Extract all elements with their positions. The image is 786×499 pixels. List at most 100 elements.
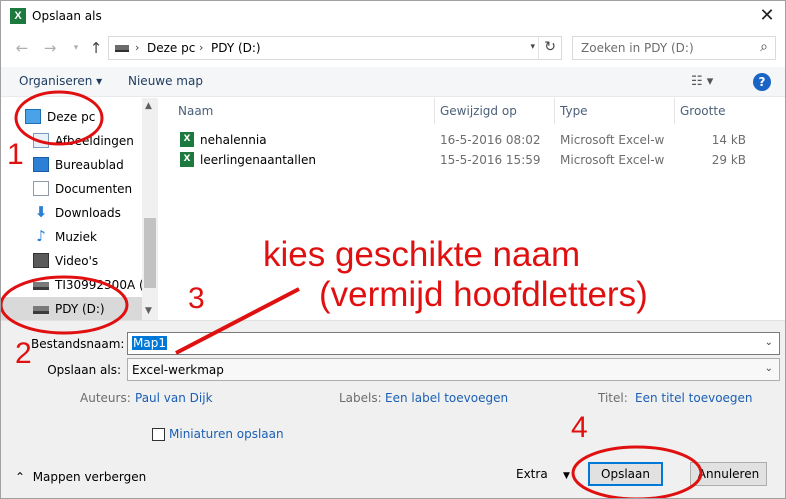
new-folder-button[interactable]: Nieuwe map [128,74,203,88]
filename-input[interactable]: Map1 ⌄ [127,332,780,355]
filename-value: Map1 [132,336,167,350]
hide-folders-label: Mappen verbergen [32,470,147,484]
savetype-value: Excel-werkmap [132,363,224,377]
file-name: nehalennia [200,133,267,147]
savetype-select[interactable]: Excel-werkmap ⌄ [127,358,780,381]
drive-icon [33,306,49,314]
file-date: 15-5-2016 15:59 [440,153,541,167]
organize-button[interactable]: Organiseren ▾ [19,74,102,88]
chevron-down-icon[interactable]: ⌄ [765,363,773,374]
nav-item-muziek[interactable]: ♪ Muziek [1,225,142,249]
annotation-instruction-line2: (vermijd hoofdletters) [319,275,648,314]
thumbnails-label[interactable]: Miniaturen opslaan [169,427,284,441]
save-button[interactable]: Opslaan [588,462,663,486]
labels-value[interactable]: Een label toevoegen [385,391,508,405]
title-label: Titel: [598,391,628,405]
nav-item-documenten[interactable]: Documenten [1,177,142,201]
save-as-dialog: X Opslaan als ✕ ← → ▾ ↑ › Deze pc › PDY … [0,0,786,499]
search-input[interactable]: Zoeken in PDY (D:) ⌕ [572,36,776,60]
file-date: 16-5-2016 08:02 [440,133,541,147]
file-size: 14 kB [711,133,746,147]
savetype-label: Opslaan als: [47,363,121,377]
address-divider [538,37,539,59]
column-header-name[interactable]: Naam [178,104,213,118]
videos-icon [33,253,49,268]
breadcrumb-pdy-drive[interactable]: PDY (D:) [211,41,261,55]
search-icon: ⌕ [760,39,768,55]
drive-icon [33,282,49,290]
navigation-pane: Deze pc Afbeeldingen Bureaublad Document… [1,98,161,321]
file-type: Microsoft Excel-w... [560,133,664,147]
authors-value[interactable]: Paul van Dijk [135,391,213,405]
annotation-step-2: 2 [15,337,32,370]
filename-label: Bestandsnaam: [31,337,125,351]
nav-item-drive-c[interactable]: TI30992300A (C:) [1,273,161,297]
breadcrumb-separator-icon: › [199,41,204,54]
title-value[interactable]: Een titel toevoegen [635,391,753,405]
nav-item-label: PDY (D:) [55,302,105,316]
title-bar: X Opslaan als ✕ [1,1,785,32]
nav-item-label: Documenten [55,182,133,196]
nav-scrollbar[interactable]: ▲ ▼ [142,98,158,320]
annotation-step-1: 1 [7,138,24,171]
pictures-icon [33,133,49,148]
recent-locations-chevron-icon[interactable]: ▾ [67,39,85,57]
search-placeholder: Zoeken in PDY (D:) [581,41,694,55]
hide-folders-button[interactable]: ⌃ Mappen verbergen [15,470,146,484]
chevron-down-icon: ▼ [562,471,570,481]
breadcrumb-separator-icon: › [135,41,140,54]
file-row[interactable]: X leerlingenaantallen 15-5-2016 15:59 Mi… [158,150,785,170]
close-button[interactable]: ✕ [755,4,779,28]
column-header-type[interactable]: Type [560,104,588,118]
annotation-step-3: 3 [188,282,205,315]
nav-item-label: Afbeeldingen [55,134,134,148]
music-icon: ♪ [36,227,46,245]
computer-icon [25,109,41,124]
nav-item-videos[interactable]: Video's [1,249,142,273]
nav-item-label: Video's [55,254,99,268]
scroll-up-icon[interactable]: ▲ [145,101,152,111]
chevron-down-icon[interactable]: ⌄ [765,337,773,348]
refresh-icon[interactable]: ↻ [544,39,556,55]
nav-item-label: Downloads [55,206,121,220]
command-toolbar: Organiseren ▾ Nieuwe map ☷ ▾ ? [1,67,785,97]
file-size: 29 kB [711,153,746,167]
file-row[interactable]: X nehalennia 16-5-2016 08:02 Microsoft E… [158,130,785,150]
cancel-button[interactable]: Annuleren [690,462,767,486]
excel-app-icon: X [10,8,26,24]
forward-arrow-icon[interactable]: → [41,39,59,57]
column-header-modified[interactable]: Gewijzigd op [440,104,517,118]
excel-file-icon: X [180,132,194,147]
save-options-panel: Bestandsnaam: Map1 ⌄ Opslaan als: Excel-… [1,320,785,498]
help-icon[interactable]: ? [753,73,771,91]
column-header-size[interactable]: Grootte [680,104,725,118]
view-options-icon[interactable]: ☷ ▾ [691,74,713,89]
labels-label: Labels: [339,391,382,405]
annotation-step-4: 4 [571,411,588,444]
tools-label: Extra [516,467,548,481]
desktop-icon [33,157,49,172]
nav-item-label: Bureaublad [55,158,124,172]
scroll-down-icon[interactable]: ▼ [145,306,152,316]
address-dropdown-icon[interactable]: ▾ [530,42,535,52]
authors-label: Auteurs: [80,391,131,405]
annotation-instruction-line1: kies geschikte naam [263,235,581,274]
nav-item-downloads[interactable]: ⬇ Downloads [1,201,142,225]
file-name: leerlingenaantallen [200,153,316,167]
nav-item-drive-d[interactable]: PDY (D:) [1,297,142,321]
back-arrow-icon[interactable]: ← [13,39,31,57]
documents-icon [33,181,49,196]
breadcrumb-deze-pc[interactable]: Deze pc [147,41,195,55]
scrollbar-thumb[interactable] [144,218,156,288]
nav-item-label: Deze pc [47,110,96,124]
column-divider [434,98,435,124]
window-title: Opslaan als [32,9,102,23]
up-arrow-icon[interactable]: ↑ [87,39,105,57]
tools-button[interactable]: Extra ▼ [516,467,570,481]
excel-file-icon: X [180,152,194,167]
chevron-up-icon: ⌃ [15,470,26,484]
downloads-icon: ⬇ [34,203,48,221]
thumbnails-checkbox[interactable] [152,428,165,441]
nav-item-deze-pc[interactable]: Deze pc [1,105,142,129]
address-bar[interactable]: › Deze pc › PDY (D:) ▾ ↻ [108,36,562,60]
